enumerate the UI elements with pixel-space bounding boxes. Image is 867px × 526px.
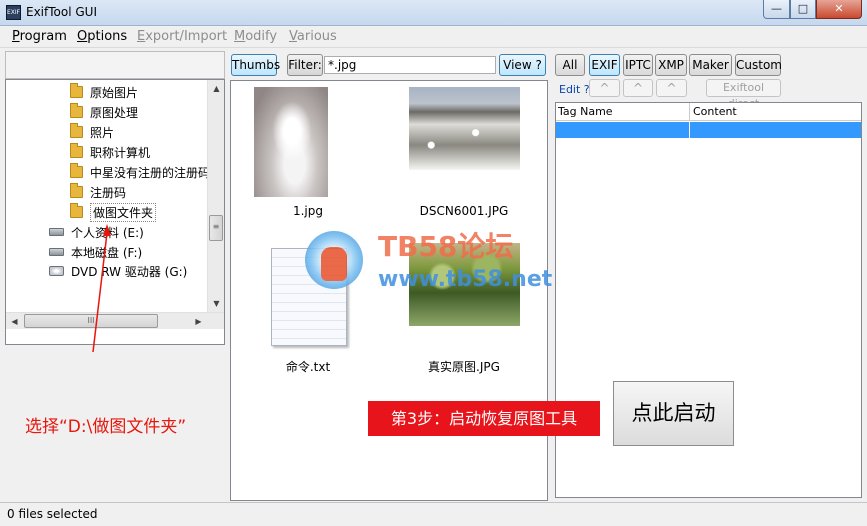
status-bar: 0 files selected	[0, 502, 867, 526]
scroll-right-arrow-icon[interactable]: ▶	[190, 313, 207, 330]
menu-options[interactable]: Options	[77, 29, 127, 44]
scroll-down-arrow-icon[interactable]: ▼	[208, 295, 224, 312]
xmp-button[interactable]: XMP	[655, 54, 687, 76]
custom-button[interactable]: Custom	[735, 54, 782, 76]
column-header-content[interactable]: Content	[693, 105, 737, 118]
file-name: DSCN6001.JPG	[419, 204, 509, 218]
tree-item-folder[interactable]: 职称计算机	[70, 142, 150, 162]
tree-item-folder[interactable]: 注册码	[70, 182, 126, 202]
file-name: 1.jpg	[292, 204, 324, 218]
move-up-button[interactable]: ^	[623, 79, 653, 97]
watermark-logo-icon	[305, 231, 363, 289]
column-divider[interactable]	[689, 103, 690, 121]
thumbs-button[interactable]: Thumbs	[231, 54, 280, 76]
edit-link[interactable]: Edit ?	[559, 83, 590, 96]
tree-item-folder[interactable]: 原始图片	[70, 82, 138, 102]
folder-pane-header	[5, 51, 225, 79]
minimize-button[interactable]: —	[763, 0, 790, 19]
tree-horizontal-scrollbar[interactable]: ◀ III ▶	[6, 312, 224, 329]
menu-export-import[interactable]: Export/Import	[137, 29, 227, 44]
tree-item-label: 注册码	[90, 185, 127, 200]
dvd-drive-icon	[49, 266, 64, 276]
status-text: 0 files selected	[7, 507, 98, 521]
menu-various[interactable]: Various	[289, 29, 337, 44]
scroll-thumb[interactable]: III	[24, 314, 158, 328]
app-icon: EXIF	[6, 5, 21, 20]
tree-item-drive[interactable]: 个人资料 (E:)	[49, 222, 144, 242]
window-title: ExifTool GUI	[26, 5, 97, 19]
all-button[interactable]: All	[555, 54, 585, 76]
file-name: 命令.txt	[285, 360, 331, 374]
menu-bar: Program Options Export/Import Modify Var…	[0, 26, 867, 48]
tree-item-dvd[interactable]: DVD RW 驱动器 (G:)	[49, 261, 187, 281]
exiftool-direct-button[interactable]: Exiftool direct	[706, 79, 781, 110]
move-up-button[interactable]: ^	[656, 79, 687, 97]
thumbnail-image[interactable]	[254, 87, 328, 197]
watermark-title: TB58论坛	[378, 230, 514, 263]
tree-item-label: 个人资料 (E:)	[71, 225, 144, 240]
tree-item-folder[interactable]: 照片	[70, 122, 114, 142]
filter-input[interactable]: *.jpg	[324, 56, 496, 74]
folder-icon	[70, 83, 83, 98]
tree-item-label: 原始图片	[90, 85, 139, 100]
scroll-up-arrow-icon[interactable]: ▲	[208, 80, 224, 97]
tree-item-label: 做图文件夹	[90, 202, 157, 222]
maximize-button[interactable]: □	[790, 0, 816, 19]
tree-item-label: 本地磁盘 (F:)	[71, 245, 143, 260]
thumbnail-toolbar: Thumbs Filter: *.jpg View ?	[228, 51, 550, 79]
step3-annotation: 第3步：启动恢复原图工具	[368, 401, 600, 436]
watermark-url: www.tb58.net	[378, 267, 553, 292]
folder-icon	[70, 203, 83, 218]
folder-tree[interactable]: 原始图片 原图处理 照片 职称计算机 中星没有注册的注册码 注册码 做图文件夹	[5, 79, 225, 345]
move-up-button[interactable]: ^	[589, 79, 620, 97]
tree-item-folder[interactable]: 中星没有注册的注册码	[70, 162, 210, 182]
tree-item-folder-selected[interactable]: 做图文件夹	[70, 202, 157, 222]
watermark: TB58论坛 www.tb58.net	[305, 225, 565, 305]
tree-item-label: DVD RW 驱动器 (G:)	[71, 264, 188, 279]
column-header-tag-name[interactable]: Tag Name	[558, 105, 613, 118]
view-button[interactable]: View ?	[499, 54, 546, 76]
title-bar: EXIF ExifTool GUI — □ ✕	[0, 0, 867, 26]
start-button[interactable]: 点此启动	[613, 381, 734, 446]
tree-item-label: 中星没有注册的注册码	[90, 165, 211, 180]
close-button[interactable]: ✕	[816, 0, 862, 19]
tree-item-folder[interactable]: 原图处理	[70, 102, 138, 122]
folder-icon	[70, 143, 83, 158]
iptc-button[interactable]: IPTC	[623, 54, 653, 76]
tree-item-label: 职称计算机	[90, 145, 151, 160]
drive-icon	[49, 228, 64, 236]
table-row-selected[interactable]	[556, 122, 861, 138]
grid-header: Tag Name Content	[556, 103, 861, 121]
drive-icon	[49, 248, 64, 256]
exif-button[interactable]: EXIF	[589, 54, 620, 76]
maker-button[interactable]: Maker	[689, 54, 732, 76]
thumbnail-image[interactable]	[409, 87, 520, 170]
folder-icon	[70, 123, 83, 138]
column-divider	[689, 122, 690, 138]
folder-icon	[70, 163, 83, 178]
file-name: 真实原图.JPG	[428, 360, 500, 374]
tree-item-label: 照片	[90, 125, 115, 140]
tree-item-label: 原图处理	[90, 105, 139, 120]
menu-modify[interactable]: Modify	[234, 29, 277, 44]
folder-pane: 原始图片 原图处理 照片 职称计算机 中星没有注册的注册码 注册码 做图文件夹	[5, 51, 225, 501]
folder-icon	[70, 103, 83, 118]
scroll-left-arrow-icon[interactable]: ◀	[6, 313, 23, 330]
select-folder-annotation: 选择“D:\做图文件夹”	[25, 417, 187, 437]
filter-button[interactable]: Filter:	[287, 54, 323, 76]
tree-item-drive[interactable]: 本地磁盘 (F:)	[49, 242, 142, 262]
tree-vertical-scrollbar[interactable]: ▲ ≡ ▼	[207, 80, 224, 312]
menu-program[interactable]: Program	[12, 29, 67, 44]
folder-icon	[70, 183, 83, 198]
scroll-thumb[interactable]: ≡	[209, 215, 223, 241]
